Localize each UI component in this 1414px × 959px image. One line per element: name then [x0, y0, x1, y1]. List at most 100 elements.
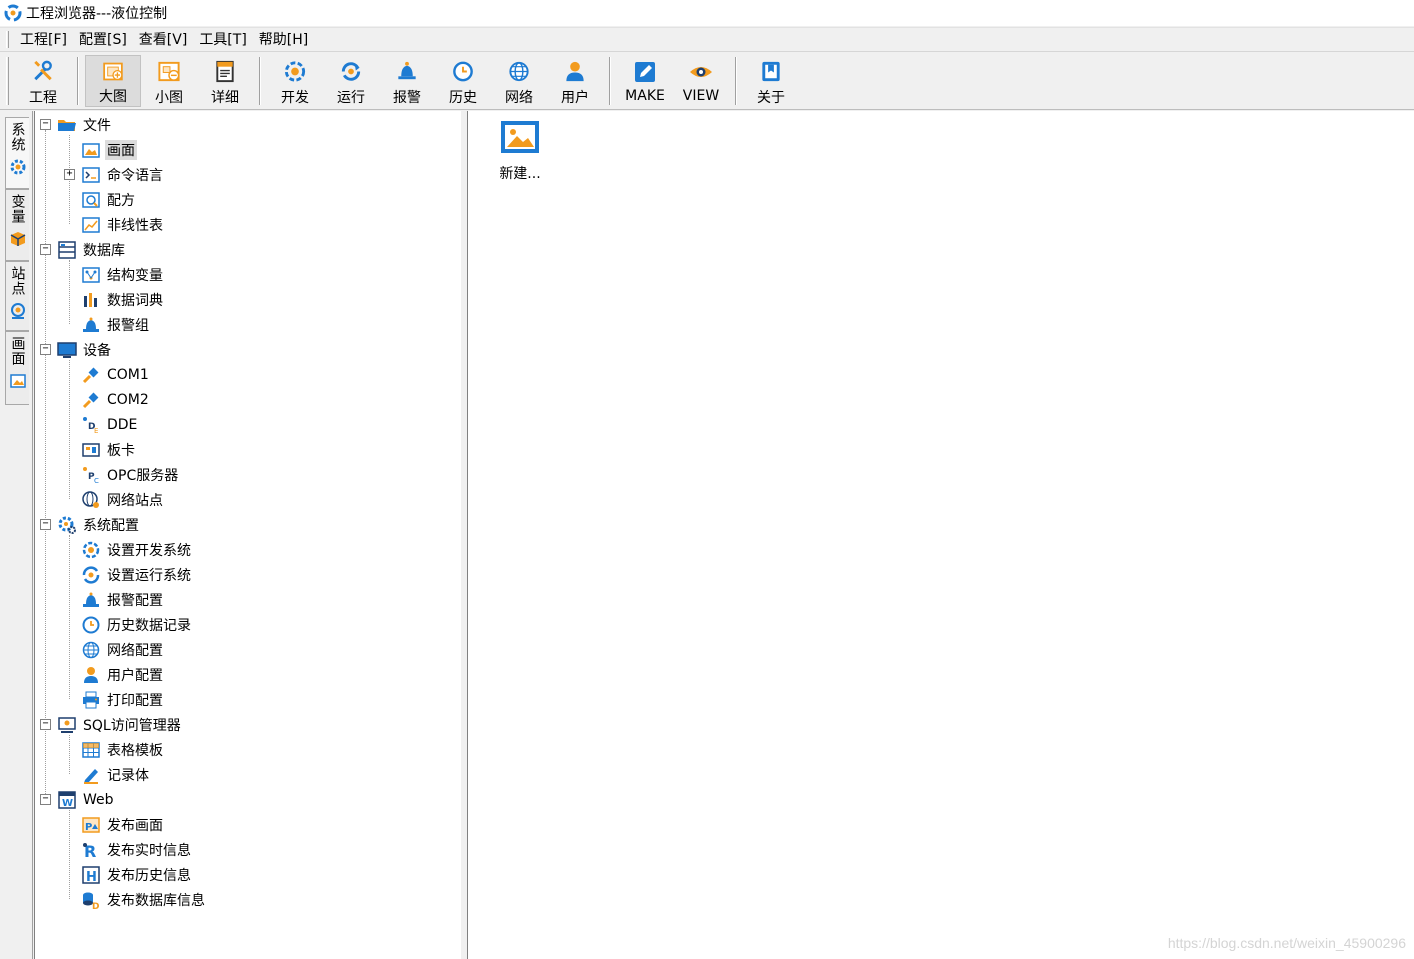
tree-node-setup-run[interactable]: 设置运行系统 [81, 562, 193, 587]
content-area: 新建... https://blog.csdn.net/weixin_45900… [468, 111, 1414, 959]
tree-node-database[interactable]: 数据库 [57, 237, 127, 262]
chart-table-icon [82, 216, 100, 233]
tree-node-system-config[interactable]: 系统配置 [57, 512, 141, 537]
toolbar-details-button[interactable]: 详细 [197, 55, 253, 107]
new-picture-item[interactable]: 新建... [490, 119, 550, 183]
user-icon [566, 61, 584, 82]
tree-node-nonlinear-table[interactable]: 非线性表 [81, 212, 165, 237]
tree-expand-toggle[interactable]: + [64, 169, 75, 180]
tree-node-opc-server[interactable]: PC OPC服务器 [81, 462, 180, 487]
toolbar-history-button[interactable]: 历史 [435, 55, 491, 107]
develop-icon [284, 61, 306, 82]
toolbar-grip [6, 57, 9, 105]
tree-node-network-config[interactable]: 网络配置 [81, 637, 165, 662]
toolbar-project-button[interactable]: 工程 [15, 55, 71, 107]
tree-node-table-template[interactable]: 表格模板 [81, 737, 165, 762]
tree-guide-line [69, 735, 70, 774]
tree-node-file[interactable]: 文件 [57, 112, 113, 137]
history-clock-icon [453, 61, 473, 82]
user-icon [84, 666, 98, 683]
globe-icon [82, 641, 100, 658]
large-icons-icon [103, 62, 123, 81]
side-tab-picture[interactable]: 画面 [5, 331, 29, 405]
svg-text:H: H [86, 870, 97, 885]
toolbar-network-button[interactable]: 网络 [491, 55, 547, 107]
tree-node-record[interactable]: 记录体 [81, 762, 151, 787]
toolbar-about-button[interactable]: 关于 [743, 55, 799, 107]
alarm-bell-icon [83, 592, 99, 607]
toolbar-view-button[interactable]: VIEW [673, 55, 729, 107]
side-tab-system[interactable]: 系统 [5, 117, 29, 189]
tree-node-user-config[interactable]: 用户配置 [81, 662, 165, 687]
toolbar-run-button[interactable]: 运行 [323, 55, 379, 107]
window-title: 工程浏览器---液位控制 [26, 6, 168, 22]
tree-node-struct-variable[interactable]: 结构变量 [81, 262, 165, 287]
command-icon [82, 166, 100, 183]
tree-collapse-toggle[interactable]: − [40, 119, 51, 130]
about-icon [762, 61, 780, 82]
toolbar-user-button[interactable]: 用户 [547, 55, 603, 107]
alarm-bell-icon [398, 61, 416, 80]
publish-history-icon: H [82, 865, 100, 885]
tree-node-device[interactable]: 设备 [57, 337, 113, 362]
struct-variable-icon [82, 266, 100, 283]
svg-text:C: C [94, 477, 99, 485]
tree-node-com1[interactable]: COM1 [81, 362, 151, 387]
toolbar-small-icons-button[interactable]: 小图 [141, 55, 197, 107]
tree-node-web[interactable]: W Web [57, 787, 116, 812]
tree-node-publish-database[interactable]: D 发布数据库信息 [81, 887, 207, 912]
menu-bar: 工程[F] 配置[S] 查看[V] 工具[T] 帮助[H] [0, 27, 1414, 52]
run-icon [341, 62, 361, 81]
details-icon [216, 60, 234, 83]
tree-node-publish-realtime[interactable]: R 发布实时信息 [81, 837, 193, 862]
tree-node-history-record[interactable]: 历史数据记录 [81, 612, 193, 637]
side-tab-station[interactable]: 站点 [5, 261, 29, 331]
tree-node-setup-develop[interactable]: 设置开发系统 [81, 537, 193, 562]
svg-text:P: P [85, 822, 92, 833]
record-icon [84, 768, 98, 784]
toolbar-large-icons-button[interactable]: 大图 [85, 55, 141, 107]
app-logo-icon [4, 4, 22, 22]
tree-collapse-toggle[interactable]: − [40, 344, 51, 355]
menu-view[interactable]: 查看[V] [133, 29, 194, 51]
eye-icon [690, 67, 712, 77]
tree-node-publish-history[interactable]: H 发布历史信息 [81, 862, 193, 887]
tree-collapse-toggle[interactable]: − [40, 244, 51, 255]
cube-icon [10, 232, 25, 246]
data-dictionary-icon [84, 292, 97, 307]
toolbar-develop-button[interactable]: 开发 [267, 55, 323, 107]
tree-collapse-toggle[interactable]: − [40, 794, 51, 805]
menu-project[interactable]: 工程[F] [14, 29, 73, 51]
toolbar-separator [259, 57, 261, 105]
panel-splitter[interactable] [461, 111, 468, 959]
tree-node-dde[interactable]: DE DDE [81, 412, 139, 437]
tree-node-picture[interactable]: 画面 [81, 137, 137, 162]
tree-node-alarm-group[interactable]: 报警组 [81, 312, 151, 337]
tree-node-publish-picture[interactable]: P 发布画面 [81, 812, 165, 837]
tree-node-recipe[interactable]: 配方 [81, 187, 137, 212]
tree-node-data-dictionary[interactable]: 数据词典 [81, 287, 165, 312]
tree-guide-line [69, 260, 70, 324]
menu-config[interactable]: 配置[S] [73, 29, 133, 51]
menu-help[interactable]: 帮助[H] [253, 29, 314, 51]
toolbar-make-button[interactable]: MAKE [617, 55, 673, 107]
tree-node-com2[interactable]: COM2 [81, 387, 151, 412]
tree-guide-line [45, 130, 46, 800]
alarm-group-icon [83, 317, 99, 332]
svg-text:W: W [62, 798, 73, 809]
tree-collapse-toggle[interactable]: − [40, 519, 51, 530]
tree-node-alarm-config[interactable]: 报警配置 [81, 587, 165, 612]
project-tree: − 文件 画面 + 命令语言 配方 非线性表 − 数据库 结构变量 数据词典 报… [34, 111, 461, 959]
printer-icon [83, 691, 99, 708]
side-tab-variable[interactable]: 变量 [5, 189, 29, 261]
tree-node-sql-manager[interactable]: SQL访问管理器 [57, 712, 183, 737]
tree-node-network-station[interactable]: 网络站点 [81, 487, 165, 512]
tree-guide-line [69, 360, 70, 499]
tree-collapse-toggle[interactable]: − [40, 719, 51, 730]
menu-tools[interactable]: 工具[T] [193, 29, 252, 51]
svg-text:E: E [94, 427, 98, 435]
tree-node-print-config[interactable]: 打印配置 [81, 687, 165, 712]
tree-node-command-language[interactable]: 命令语言 [81, 162, 165, 187]
tree-node-board-card[interactable]: 板卡 [81, 437, 137, 462]
toolbar-alarm-button[interactable]: 报警 [379, 55, 435, 107]
